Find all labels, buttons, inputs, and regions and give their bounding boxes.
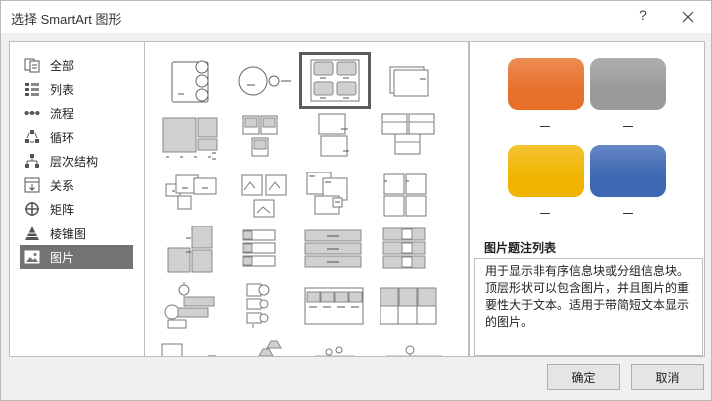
layout-thumbnail[interactable] <box>158 52 230 110</box>
layout-thumbnail[interactable] <box>299 112 371 170</box>
list-icon <box>25 83 39 96</box>
layout-thumbnail[interactable] <box>380 338 452 356</box>
layout-thumbnail[interactable] <box>380 112 452 170</box>
category-label: 关系 <box>50 178 75 193</box>
hierarchy-icon <box>25 154 39 168</box>
category-list: 全部 列表 流程 循环 层次结构 关系 矩阵 棱锥图 图片 <box>9 41 144 357</box>
category-process[interactable]: 流程 <box>20 101 133 125</box>
preview-shape <box>590 145 666 197</box>
category-label: 列表 <box>50 82 75 97</box>
layout-thumbnail[interactable] <box>299 172 371 230</box>
cancel-button[interactable]: 取消 <box>631 364 704 390</box>
preview-text-placeholder <box>540 126 550 127</box>
dialog-title: 选择 SmartArt 图形 <box>11 12 122 27</box>
layout-thumbnail[interactable] <box>158 226 230 284</box>
layout-thumbnail[interactable] <box>380 226 452 284</box>
layout-thumbnail[interactable] <box>158 282 230 340</box>
title-bar: 选择 SmartArt 图形 ? <box>1 1 711 33</box>
category-list-item[interactable]: 列表 <box>20 77 133 101</box>
layout-thumbnail[interactable] <box>235 172 307 230</box>
category-label: 循环 <box>50 130 75 145</box>
category-hierarchy[interactable]: 层次结构 <box>20 149 133 173</box>
category-label: 流程 <box>50 106 75 121</box>
layout-name: 图片题注列表 <box>484 241 557 255</box>
all-icon <box>24 58 40 73</box>
layout-thumbnail[interactable] <box>299 282 371 340</box>
layout-thumbnail[interactable] <box>299 226 371 284</box>
preview-shape <box>508 145 584 197</box>
relationship-icon <box>24 177 40 193</box>
layout-thumbnail[interactable] <box>235 282 307 340</box>
category-relationship[interactable]: 关系 <box>20 173 133 197</box>
layout-description: 用于显示非有序信息块或分组信息块。顶层形状可以包含图片，并且图片的重要性大于文本… <box>474 258 703 356</box>
layout-thumbnail[interactable] <box>380 52 452 110</box>
category-label: 全部 <box>50 58 75 73</box>
smartart-dialog: 选择 SmartArt 图形 ? 全部 列表 流程 循环 层次结构 关系 矩阵 … <box>0 0 712 401</box>
layout-thumbnail[interactable] <box>380 282 452 340</box>
layout-thumbnail[interactable] <box>380 172 452 230</box>
layout-thumbnail[interactable] <box>158 338 230 356</box>
category-label: 矩阵 <box>50 202 75 217</box>
layout-gallery <box>144 41 469 357</box>
layout-thumbnail[interactable] <box>235 52 307 110</box>
layout-thumbnail-selected[interactable] <box>299 52 371 109</box>
close-icon <box>682 11 694 23</box>
preview-text-placeholder <box>623 126 633 127</box>
layout-thumbnail[interactable] <box>235 338 307 356</box>
layout-thumbnail[interactable] <box>299 338 371 356</box>
matrix-icon <box>25 202 39 216</box>
layout-thumbnail[interactable] <box>158 172 230 230</box>
close-button[interactable] <box>673 5 703 29</box>
category-matrix[interactable]: 矩阵 <box>20 197 133 221</box>
preview-shape <box>590 58 666 110</box>
process-icon <box>24 111 40 115</box>
category-picture[interactable]: 图片 <box>20 245 133 269</box>
category-label: 棱锥图 <box>50 226 87 241</box>
picture-icon <box>24 250 40 264</box>
category-pyramid[interactable]: 棱锥图 <box>20 221 133 245</box>
preview-text-placeholder <box>623 213 633 214</box>
category-cycle[interactable]: 循环 <box>20 125 133 149</box>
category-all[interactable]: 全部 <box>20 53 133 77</box>
category-label: 图片 <box>50 250 75 265</box>
preview-shape <box>508 58 584 110</box>
pyramid-icon <box>25 226 39 240</box>
layout-thumbnail[interactable] <box>235 226 307 284</box>
preview-panel: 图片题注列表 用于显示非有序信息块或分组信息块。顶层形状可以包含图片，并且图片的… <box>469 41 705 357</box>
cycle-icon <box>25 130 39 143</box>
category-label: 层次结构 <box>50 154 99 169</box>
layout-thumbnail[interactable] <box>158 112 230 170</box>
help-button[interactable]: ? <box>631 7 655 27</box>
layout-thumbnail[interactable] <box>235 112 307 170</box>
ok-button[interactable]: 确定 <box>547 364 620 390</box>
preview-text-placeholder <box>540 213 550 214</box>
